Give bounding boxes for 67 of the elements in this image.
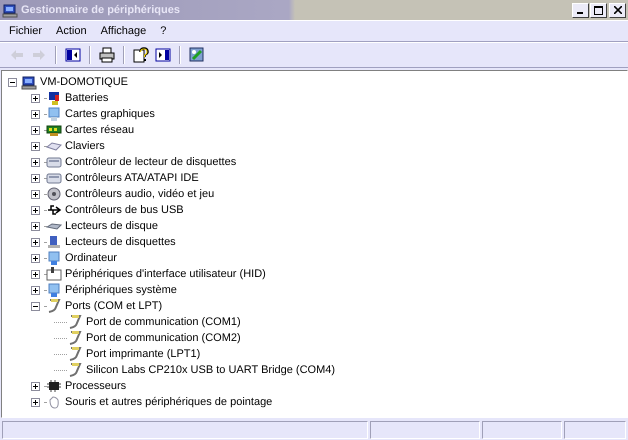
monitor-icon — [46, 250, 62, 266]
computer-icon — [2, 2, 18, 18]
floppy-drive-icon — [46, 234, 62, 250]
expand-button[interactable] — [31, 206, 40, 214]
port-icon — [67, 314, 83, 330]
tree-item[interactable]: Processeurs — [65, 380, 126, 392]
expand-button[interactable] — [31, 270, 40, 278]
tree-item[interactable]: Port de communication (COM2) — [86, 332, 241, 344]
tree-item[interactable]: Lecteurs de disquettes — [65, 236, 176, 248]
monitor-icon — [46, 282, 62, 298]
expand-button[interactable] — [31, 110, 40, 118]
tree-item[interactable]: Lecteurs de disque — [65, 220, 158, 232]
expand-button[interactable] — [31, 222, 40, 230]
expand-button[interactable] — [31, 254, 40, 262]
collapse-button[interactable] — [8, 78, 17, 86]
window-title: Gestionnaire de périphériques — [21, 4, 181, 16]
tree-item[interactable]: Périphériques système — [65, 284, 177, 296]
printer-icon[interactable] — [99, 47, 115, 63]
menu-item[interactable]: ? — [153, 23, 174, 39]
computer-icon — [21, 74, 37, 90]
expand-button[interactable] — [31, 126, 40, 134]
expand-button[interactable] — [31, 382, 40, 390]
tree-item[interactable]: Batteries — [65, 92, 108, 104]
port-icon — [46, 298, 62, 314]
expand-button[interactable] — [31, 174, 40, 182]
close-button[interactable] — [609, 2, 626, 18]
tree-item[interactable]: Contrôleurs audio, vidéo et jeu — [65, 188, 214, 200]
close-icon — [614, 6, 622, 14]
menu-item[interactable]: Fichier — [2, 23, 50, 39]
menu-item[interactable]: Affichage — [94, 23, 154, 39]
maximize-icon — [594, 6, 603, 14]
expand-button[interactable] — [31, 158, 40, 166]
tree-item[interactable]: Périphériques d'interface utilisateur (HID) — [65, 268, 266, 280]
help-icon[interactable] — [133, 47, 149, 63]
expand-button[interactable] — [31, 286, 40, 294]
port-icon — [67, 346, 83, 362]
tree-item[interactable]: Contrôleur de lecteur de disquettes — [65, 156, 236, 168]
port-icon — [67, 330, 83, 346]
chip-icon — [46, 378, 62, 394]
expand-button[interactable] — [31, 398, 40, 406]
tree-item[interactable]: Claviers — [65, 140, 105, 152]
collapse-button[interactable] — [31, 302, 40, 310]
details-pane-icon[interactable] — [155, 47, 171, 63]
monitor-icon — [46, 106, 62, 122]
speaker-icon — [46, 186, 62, 202]
tree-item[interactable]: Silicon Labs CP210x USB to UART Bridge (COM4) — [86, 364, 336, 376]
tree-item[interactable]: Port de communication (COM1) — [86, 316, 241, 328]
tree-item[interactable]: Ports (COM et LPT) — [65, 300, 162, 312]
tree-item[interactable]: Cartes graphiques — [65, 108, 155, 120]
expand-button[interactable] — [31, 190, 40, 198]
menu-item[interactable]: Action — [49, 23, 94, 39]
tree-item[interactable]: VM-DOMOTIQUE — [40, 76, 128, 88]
maximize-button[interactable] — [590, 2, 607, 18]
scan-hardware-icon[interactable] — [189, 47, 205, 63]
minimize-button[interactable] — [572, 2, 589, 18]
tree-item[interactable]: Souris et autres périphériques de pointage — [65, 396, 272, 408]
port-icon — [67, 362, 83, 378]
expand-button[interactable] — [31, 142, 40, 150]
tree-item[interactable]: Contrôleurs ATA/ATAPI IDE — [65, 172, 199, 184]
status-bar-panel — [564, 421, 626, 439]
tree-item[interactable]: Cartes réseau — [65, 124, 134, 136]
tree-item[interactable]: Contrôleurs de bus USB — [65, 204, 184, 216]
tree-item[interactable]: Port imprimante (LPT1) — [86, 348, 200, 360]
expand-button[interactable] — [31, 94, 40, 102]
expand-button[interactable] — [31, 238, 40, 246]
tree-item[interactable]: Ordinateur — [65, 252, 117, 264]
tree-pane-icon[interactable] — [65, 47, 81, 63]
